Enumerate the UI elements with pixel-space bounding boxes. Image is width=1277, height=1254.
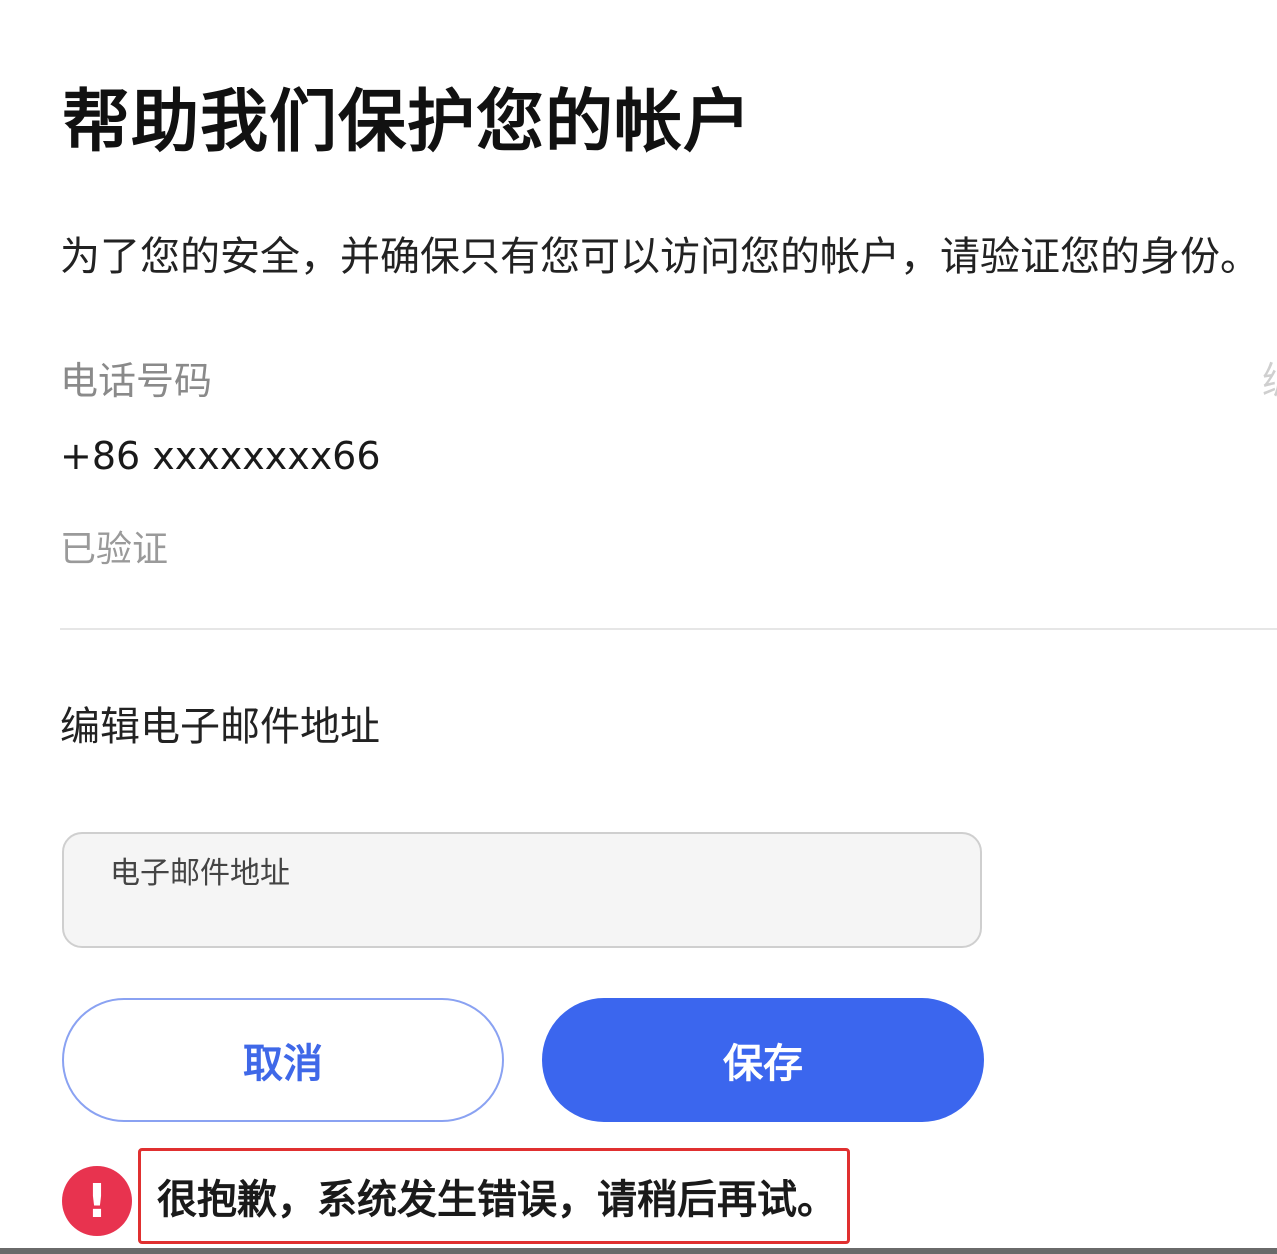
page-subtitle: 为了您的安全，并确保只有您可以访问您的帐户，请验证您的身份。	[60, 234, 1260, 280]
save-button-label: 保存	[723, 1041, 803, 1087]
phone-number: +86 xxxxxxxx66	[60, 434, 381, 478]
bottom-edge-strip	[0, 1248, 1277, 1254]
cancel-button-label: 取消	[243, 1041, 323, 1087]
phone-edit-link[interactable]: 编	[1262, 350, 1277, 405]
page-title: 帮助我们保护您的帐户	[62, 83, 753, 162]
save-button[interactable]: 保存	[542, 998, 984, 1122]
verified-status: 已验证	[60, 529, 169, 570]
email-field[interactable]: 电子邮件地址	[62, 832, 982, 948]
phone-label: 电话号码	[60, 359, 213, 403]
exclamation-circle-icon: !	[62, 1166, 132, 1236]
account-verification-page: 帮助我们保护您的帐户 为了您的安全，并确保只有您可以访问您的帐户，请验证您的身份…	[0, 0, 1277, 1254]
error-message: 很抱歉，系统发生错误，请稍后再试。	[157, 1177, 837, 1223]
section-divider	[60, 628, 1277, 630]
email-input[interactable]	[108, 894, 928, 934]
edit-email-heading: 编辑电子邮件地址	[60, 704, 380, 750]
error-message-box: 很抱歉，系统发生错误，请稍后再试。	[138, 1148, 850, 1244]
cancel-button[interactable]: 取消	[62, 998, 504, 1122]
email-field-label: 电子邮件地址	[110, 856, 290, 891]
